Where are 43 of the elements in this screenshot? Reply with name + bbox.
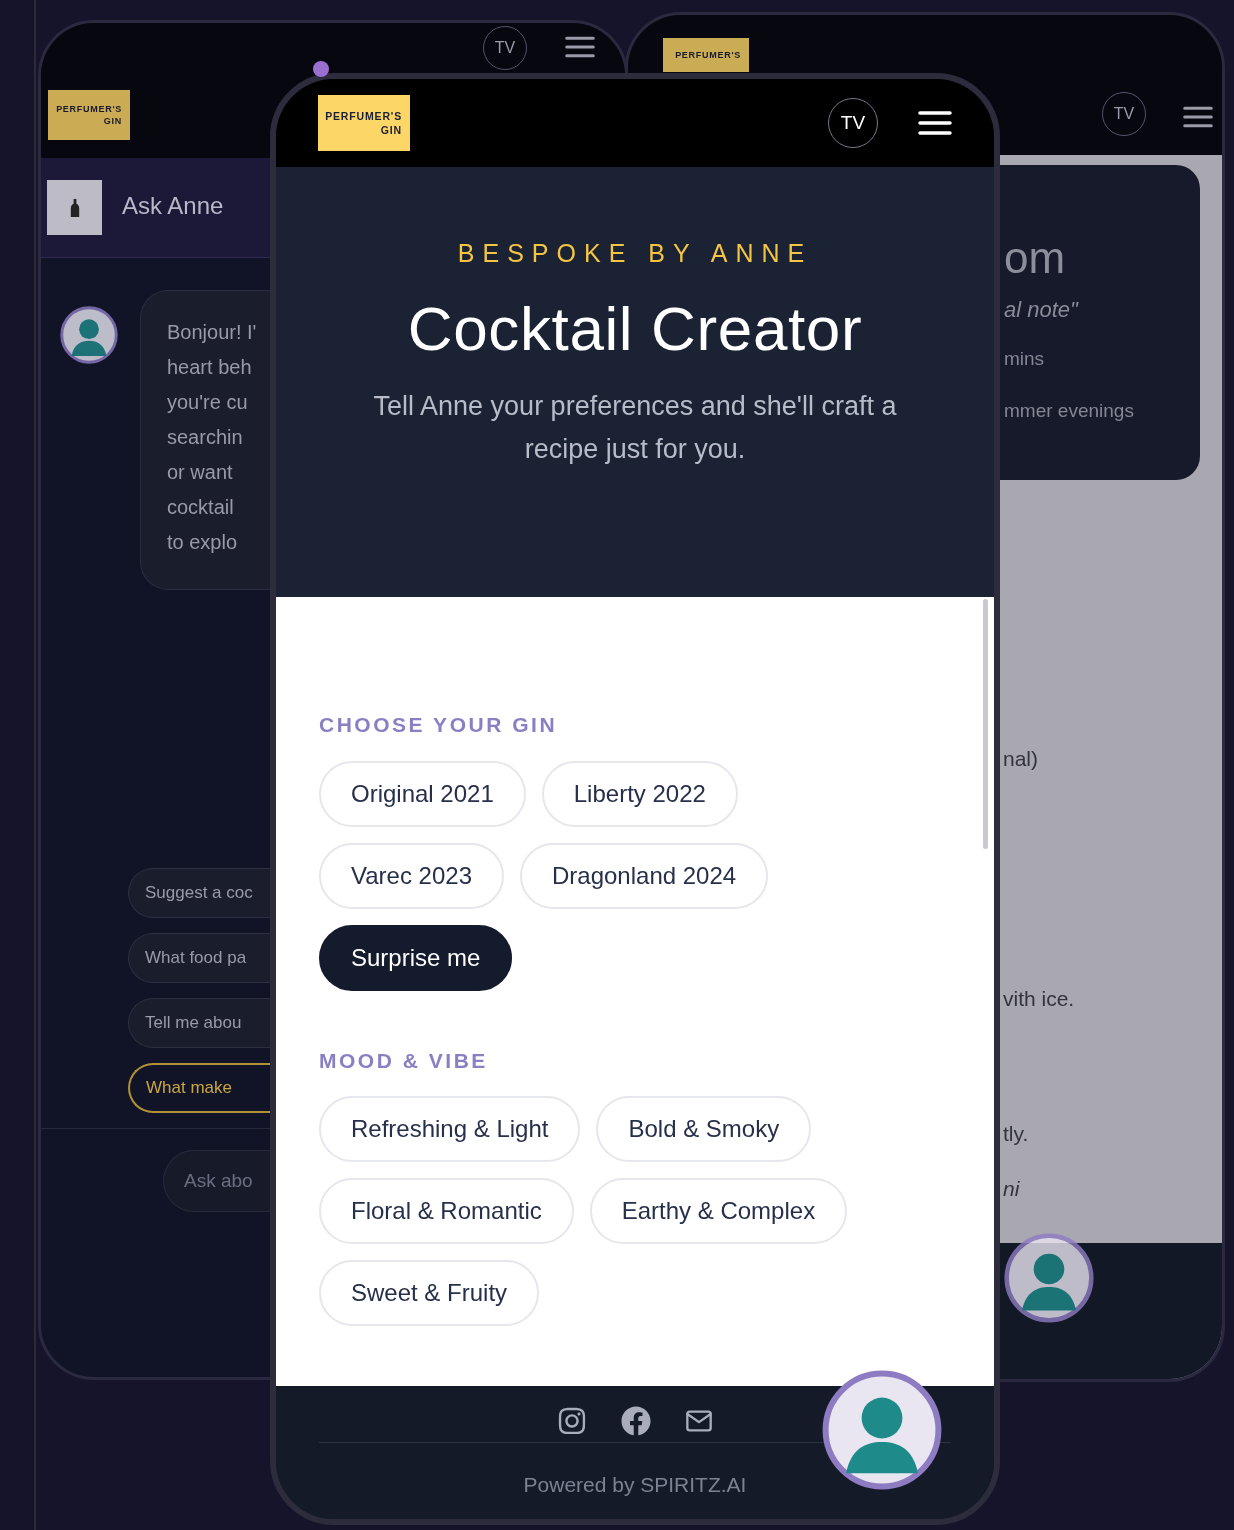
suggestion-chip[interactable]: What food pa bbox=[128, 933, 270, 983]
option-chip[interactable]: Original 2021 bbox=[319, 760, 526, 827]
facebook-icon[interactable] bbox=[621, 1406, 651, 1436]
card-text: om bbox=[1004, 232, 1066, 284]
recipe-text: nal) bbox=[1003, 746, 1039, 772]
powered-by-text: Powered by SPIRITZ.AI bbox=[522, 1472, 748, 1498]
tv-button[interactable]: TV bbox=[828, 98, 878, 148]
option-chip[interactable]: Earthy & Complex bbox=[589, 1178, 848, 1244]
option-chip[interactable]: Liberty 2022 bbox=[541, 760, 738, 827]
instagram-icon[interactable] bbox=[557, 1406, 587, 1436]
section-heading: MOOD & VIBE bbox=[319, 1047, 489, 1074]
menu-icon[interactable] bbox=[565, 35, 595, 59]
option-chip[interactable]: Sweet & Fruity bbox=[319, 1260, 540, 1326]
card-text: mins bbox=[1004, 347, 1045, 371]
option-chip[interactable]: Refreshing & Light bbox=[319, 1096, 581, 1162]
bottle-icon bbox=[47, 180, 102, 235]
chat-input[interactable]: Ask abo bbox=[163, 1150, 270, 1212]
card-text: mmer evenings bbox=[1004, 399, 1134, 423]
option-chip[interactable]: Floral & Romantic bbox=[319, 1178, 574, 1244]
suggestion-chip[interactable]: Suggest a coc bbox=[128, 868, 270, 918]
eyebrow-text: BESPOKE BY ANNE bbox=[457, 238, 813, 269]
avatar-icon bbox=[1004, 1233, 1094, 1323]
page-title: Cocktail Creator bbox=[407, 292, 863, 365]
option-chip[interactable]: Dragonland 2024 bbox=[520, 842, 769, 909]
avatar-icon bbox=[60, 306, 118, 364]
brand-logo[interactable]: PERFUMER'S GIN bbox=[48, 90, 130, 140]
page-subtitle: Tell Anne your preferences and she'll craft a recipe just for you. bbox=[372, 389, 898, 466]
avatar-icon bbox=[822, 1370, 942, 1490]
chat-message: Bonjour! I' heart beh you're cu searchin or want cocktail to explo bbox=[167, 320, 258, 555]
recipe-text: tly. bbox=[1003, 1121, 1029, 1147]
recipe-text: ni bbox=[1003, 1176, 1020, 1202]
brand-logo[interactable]: PERFUMER'S GIN bbox=[318, 95, 410, 151]
menu-icon[interactable] bbox=[1183, 105, 1213, 129]
brand-logo[interactable]: PERFUMER'S bbox=[663, 38, 749, 72]
scrollbar[interactable] bbox=[983, 599, 988, 849]
card-text: al note" bbox=[1004, 296, 1078, 324]
chat-title: Ask Anne bbox=[122, 191, 224, 221]
suggestion-chip[interactable]: Tell me abou bbox=[128, 998, 270, 1048]
option-chip[interactable]: Bold & Smoky bbox=[596, 1096, 812, 1162]
option-chip[interactable]: Surprise me bbox=[319, 924, 513, 991]
option-chip[interactable]: Varec 2023 bbox=[319, 842, 504, 909]
recipe-text: vith ice. bbox=[1003, 986, 1075, 1012]
section-heading: CHOOSE YOUR GIN bbox=[319, 712, 559, 738]
